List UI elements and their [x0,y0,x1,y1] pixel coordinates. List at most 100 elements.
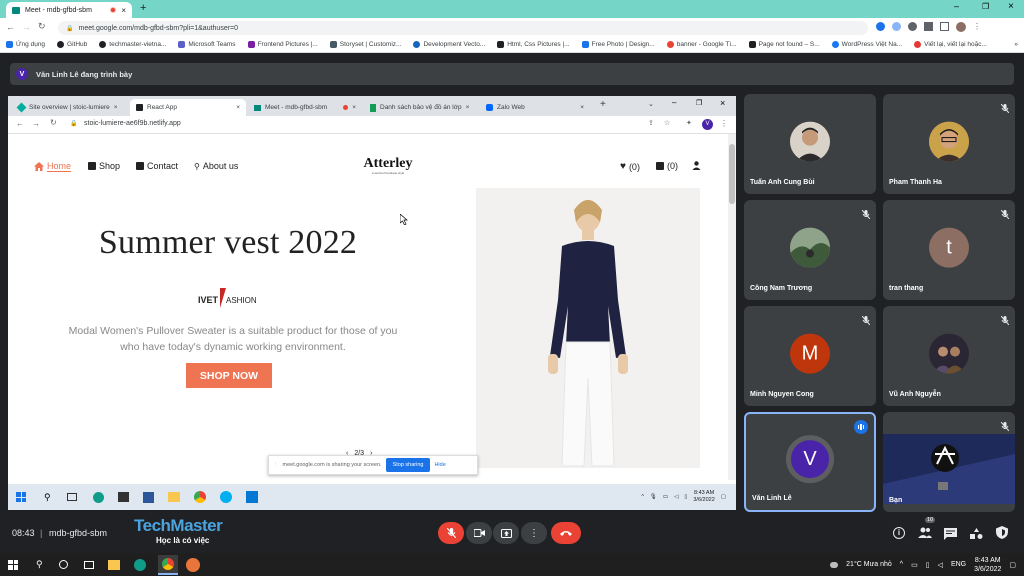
present-button[interactable] [493,522,519,544]
close-window-icon[interactable]: × [1008,1,1014,12]
picture-icon [497,41,505,48]
bookmark-item[interactable]: GitHub [57,41,87,48]
battery-icon[interactable]: ▯ [926,561,930,569]
search-icon[interactable]: ⚲ [36,559,43,570]
chrome-icon[interactable] [157,554,178,575]
media-icon[interactable] [940,22,949,31]
participant-tile[interactable]: Pham Thanh Ha [883,94,1015,194]
bookmark-item[interactable]: banner - Google Tì... [666,41,737,48]
cortana-icon[interactable] [58,560,68,569]
mic-toggle-button[interactable] [438,522,464,544]
github-icon [99,41,107,48]
bookmark-item[interactable]: Page not found – S... [748,41,820,48]
bookmark-item[interactable]: Frontend Pictures |... [247,41,318,48]
forward-icon: → [32,119,40,128]
model-figure-icon [548,200,628,467]
browser-tab-meet[interactable]: Meet - mdb-gfbd-sbm × [6,2,132,18]
extension-icon[interactable] [908,22,917,31]
forward-icon[interactable]: → [22,22,31,32]
participant-tile[interactable]: Vũ Anh Nguyễn [883,306,1015,406]
participant-photo [929,333,969,374]
reload-icon[interactable]: ↻ [38,21,46,32]
maximize-icon[interactable]: ❐ [982,2,989,11]
bookmark-item[interactable]: Storyset | Customiz... [329,41,401,48]
bookmark-item[interactable]: Microsoft Teams [178,41,236,48]
self-view-screen-icon [883,434,1015,504]
volume-icon[interactable]: ◁ [938,561,943,569]
menu-dots-icon[interactable]: ⋮ [973,22,981,32]
tab-title: Meet - mdb-gfbd-sbm [25,6,92,14]
edge-icon[interactable] [133,558,146,571]
activities-button[interactable] [970,527,983,545]
puzzle-icon[interactable] [924,22,933,31]
close-tab-icon[interactable]: × [121,6,126,15]
shared-tab-strip: Site overview | stoic-lumiere × React App… [8,96,736,116]
vscode-icon [245,491,258,503]
bookmark-item[interactable]: Free Photo | Design... [581,41,655,48]
people-button[interactable]: 10 [918,517,936,543]
cart-bag-icon [656,162,664,170]
netlify-icon [16,102,27,113]
os-taskbar: ⚲ 21°C Mưa nhỏ ^ ▭ ▯ ◁ ENG 8:43 AM 3/6/2… [0,553,1024,576]
host-controls-button[interactable] [996,526,1008,544]
notification-icon[interactable]: ▢ [1009,561,1016,569]
weather-text[interactable]: 21°C Mưa nhỏ [846,561,892,568]
participant-name: Công Nam Trương [750,285,813,292]
bookmark-item[interactable]: WordPress Việt Na... [831,41,902,48]
windows-start-icon[interactable] [8,559,18,570]
page-icon [748,41,756,48]
meeting-code: mdb-gfbd-sbm [49,528,108,538]
task-view-icon[interactable] [83,560,94,569]
camera-toggle-button[interactable] [466,522,492,544]
extension-icon[interactable] [892,22,901,31]
speaking-indicator-icon [854,420,868,434]
recording-dot-icon [343,105,349,110]
meeting-details-button[interactable]: i [893,527,905,539]
svg-text:IVET: IVET [198,295,219,305]
minimize-icon[interactable]: – [954,1,959,11]
participant-tile[interactable]: Công Nam Trương [744,200,876,300]
participant-tile[interactable]: M Minh Nguyen Cong [744,306,876,406]
network-icon: ▭ [662,494,669,500]
google-icon [666,41,674,48]
scroll-thumb [729,144,735,204]
bookmark-item[interactable]: Html, Css Pictures |... [497,41,570,48]
chevron-up-icon[interactable]: ^ [900,561,903,568]
reload-icon: ↻ [50,118,57,127]
os-clock[interactable]: 8:43 AM 3/6/2022 [974,556,1001,574]
participant-tile-self[interactable]: Bạn [883,412,1015,512]
bookmark-item[interactable]: Development Vecto... [413,41,485,48]
bookmark-item[interactable]: techmaster-vietna... [99,41,166,48]
chat-button[interactable] [944,527,957,545]
shared-tab: Zalo Web × [480,99,590,116]
participant-tile-active-speaker[interactable]: V Văn Linh Lê [744,412,876,512]
obs-icon[interactable] [185,557,200,572]
profile-avatar[interactable] [956,22,966,32]
participant-tile[interactable]: t tran thang [883,200,1015,300]
shop-now-button: SHOP NOW [186,363,272,388]
participant-photo [790,227,830,268]
extension-icon[interactable] [876,22,885,31]
zalo-icon [486,104,493,111]
new-tab-icon[interactable]: + [140,2,146,14]
file-explorer-icon[interactable] [107,559,120,570]
crown-icon [581,41,589,48]
mic-off-icon [861,312,871,330]
bookmark-item[interactable]: Viết lại, viết lại hoặc... [914,41,987,48]
windows-start-icon [16,492,26,502]
network-icon[interactable]: ▭ [911,561,918,569]
atterley-website: Home Shop Contact ⚲ About us Atterley a … [8,134,736,480]
more-options-button[interactable]: ⋮ [521,522,547,544]
back-icon[interactable]: ← [6,22,15,32]
nav-home: Home [34,161,72,172]
more-bookmarks-icon[interactable]: » [1014,41,1018,48]
url-bar[interactable]: 🔒 meet.google.com/mdb-gfbd-sbm?pli=1&aut… [58,21,868,35]
hang-up-icon [560,531,572,536]
back-icon: ← [16,119,24,128]
language-indicator[interactable]: ENG [951,561,966,568]
leave-call-button[interactable] [551,522,581,544]
participant-tile[interactable]: Tuấn Anh Cung Bùi [744,94,876,194]
new-tab-icon: + [600,99,606,110]
bookmark-apps[interactable]: Ứng dụng [6,41,45,48]
activities-icon [970,528,983,539]
